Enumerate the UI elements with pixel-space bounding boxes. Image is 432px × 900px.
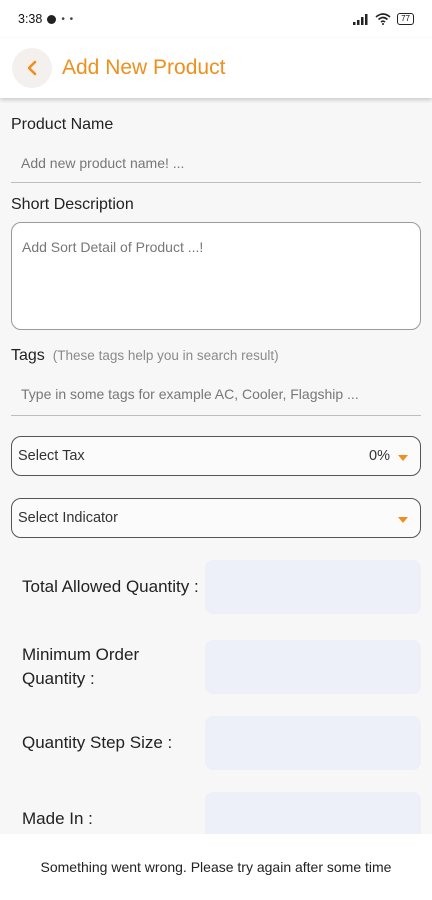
total-allowed-quantity-label: Total Allowed Quantity : [22, 577, 199, 596]
select-tax-value-wrap: 0% [369, 448, 408, 464]
notification-icon [47, 14, 57, 24]
total-allowed-quantity-row: Total Allowed Quantity : [11, 560, 421, 614]
tags-hint: (These tags help you in search result) [52, 348, 279, 363]
chevron-left-icon [27, 60, 37, 76]
total-allowed-quantity-input[interactable] [205, 560, 421, 614]
signal-icon [353, 13, 368, 25]
tags-label: Tags [11, 347, 45, 364]
wifi-icon [375, 13, 391, 25]
tags-header: Tags (These tags help you in search resu… [11, 347, 421, 365]
quantity-section: Total Allowed Quantity : Minimum Order Q… [11, 560, 421, 846]
status-left: 3:38 • • [18, 12, 74, 26]
status-right: 77 [353, 13, 414, 25]
product-name-input[interactable] [11, 144, 421, 182]
select-tax-value: 0% [369, 448, 390, 464]
select-tax-label: Select Tax [18, 448, 85, 464]
form-content: Product Name Short Description Tags (The… [0, 116, 432, 846]
product-name-label: Product Name [11, 116, 114, 133]
made-in-label: Made In : [22, 809, 93, 828]
status-time: 3:38 [18, 12, 43, 26]
short-description-label: Short Description [11, 196, 134, 213]
minimum-order-quantity-row: Minimum Order Quantity : [11, 640, 421, 694]
product-name-field-wrap [11, 144, 421, 183]
back-button[interactable] [12, 48, 52, 88]
minimum-order-quantity-label: Minimum Order Quantity : [22, 645, 140, 688]
minimum-order-quantity-input[interactable] [205, 640, 421, 694]
chevron-down-icon [398, 454, 408, 461]
status-bar: 3:38 • • 77 [0, 0, 432, 38]
quantity-step-size-label: Quantity Step Size : [22, 733, 173, 752]
select-tax-dropdown[interactable]: Select Tax 0% [11, 436, 421, 476]
select-indicator-dropdown[interactable]: Select Indicator [11, 498, 421, 538]
error-toast: Something went wrong. Please try again a… [0, 834, 432, 900]
select-indicator-label: Select Indicator [18, 510, 118, 526]
chevron-down-icon [398, 516, 408, 523]
page-title: Add New Product [62, 56, 226, 79]
more-notifications-icon: • • [61, 13, 75, 25]
battery-icon: 77 [397, 13, 414, 25]
quantity-step-size-input[interactable] [205, 716, 421, 770]
tags-field-wrap [11, 373, 421, 416]
app-bar: Add New Product [0, 38, 432, 98]
tags-input[interactable] [11, 373, 421, 415]
quantity-step-size-row: Quantity Step Size : [11, 716, 421, 770]
short-description-textarea[interactable] [11, 222, 421, 330]
